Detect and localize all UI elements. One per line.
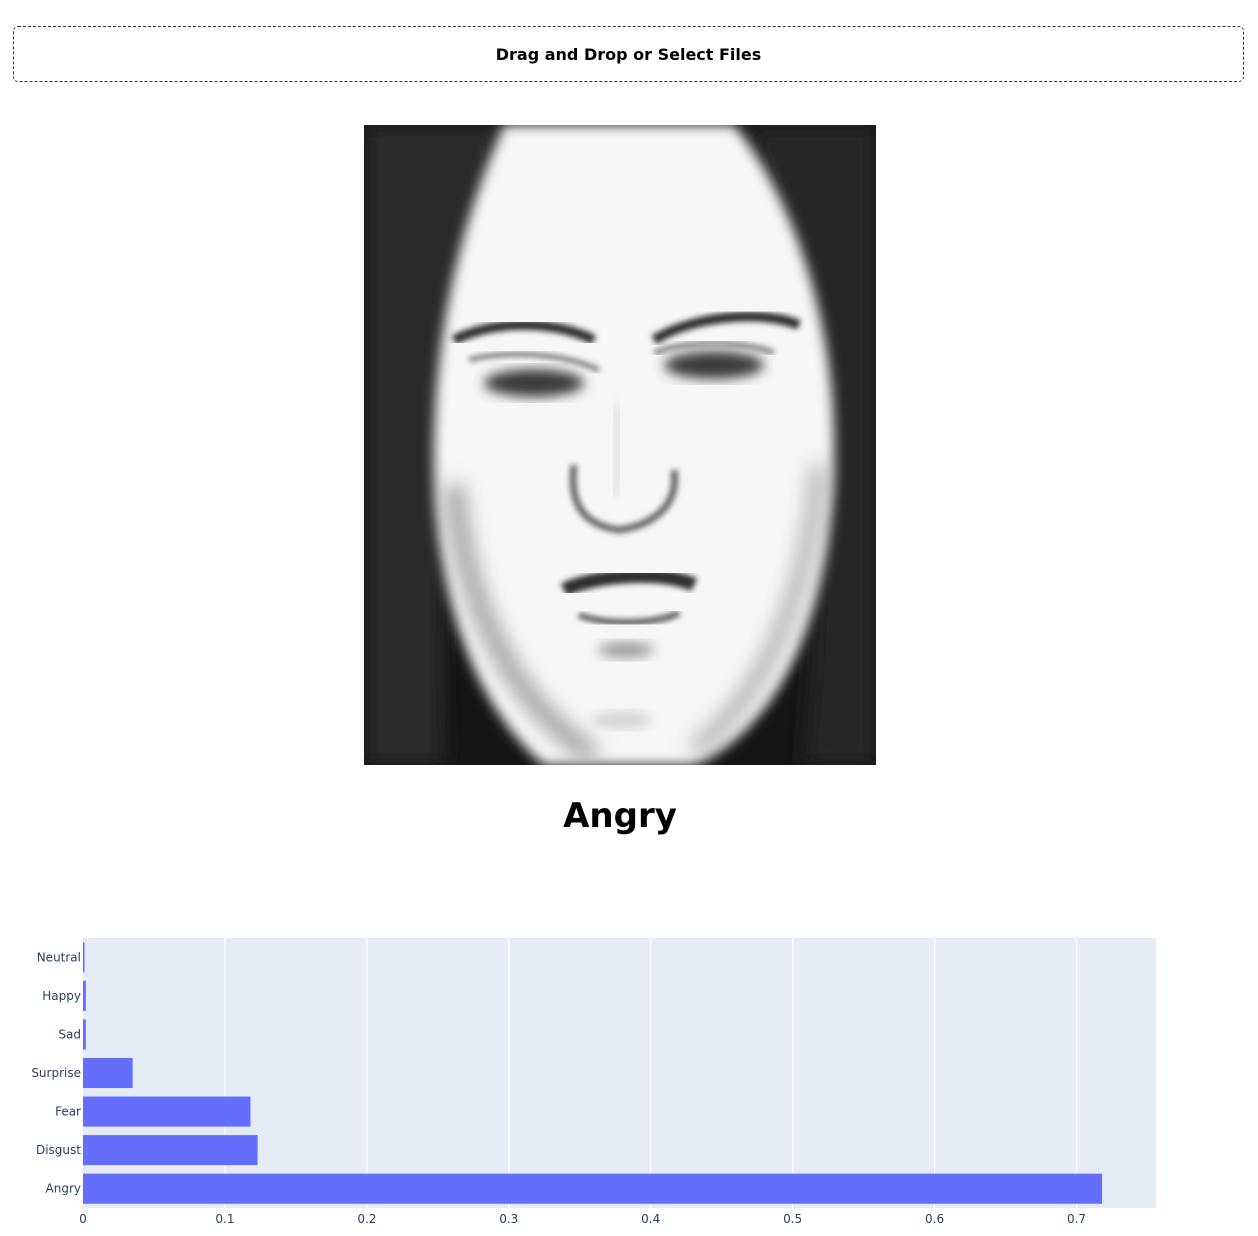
bar-sad[interactable] xyxy=(83,1019,86,1050)
x-tick-label: 0 xyxy=(79,1212,87,1226)
x-tick-label: 0.6 xyxy=(925,1212,944,1226)
bar-happy[interactable] xyxy=(83,980,86,1011)
x-tick-label: 0.7 xyxy=(1067,1212,1086,1226)
upload-label: Drag and Drop or Select Files xyxy=(495,44,762,64)
y-tick-label-fear: Fear xyxy=(55,1105,81,1119)
y-tick-label-neutral: Neutral xyxy=(37,950,81,964)
uploaded-face-image xyxy=(364,125,876,765)
y-tick-label-surprise: Surprise xyxy=(31,1066,81,1080)
x-tick-label: 0.3 xyxy=(499,1212,518,1226)
chart-svg: AngryDisgustFearSurpriseSadHappyNeutral … xyxy=(31,938,1156,1226)
y-tick-layer: Angry Disgust Fear Surprise Sad Happy Neutral xyxy=(31,950,81,1195)
x-tick-label: 0.5 xyxy=(783,1212,802,1226)
bar-angry[interactable] xyxy=(83,1173,1103,1204)
emotion-probability-chart: Angry Disgust Fear Surprise Sad Happy Neutral … xyxy=(0,930,1240,1230)
bar-disgust[interactable] xyxy=(83,1135,258,1166)
bar-fear[interactable] xyxy=(83,1096,251,1127)
x-tick-label: 0.1 xyxy=(215,1212,234,1226)
x-tick-label: 0.2 xyxy=(357,1212,376,1226)
x-tick-label: 0.4 xyxy=(641,1212,660,1226)
y-tick-label-happy: Happy xyxy=(42,989,81,1003)
x-tick-layer: 0 0.1 0.2 0.3 0.4 0.5 0.6 0.7 xyxy=(79,1212,1086,1226)
y-tick-label-disgust: Disgust xyxy=(36,1143,81,1157)
prediction-label: Angry xyxy=(563,796,677,836)
file-upload-dropzone[interactable]: Drag and Drop or Select Files xyxy=(13,26,1244,82)
plot-background xyxy=(83,938,1156,1208)
bar-surprise[interactable] xyxy=(83,1057,133,1089)
bar-neutral[interactable] xyxy=(83,942,85,973)
y-tick-label-sad: Sad xyxy=(58,1027,81,1041)
y-tick-label-angry: Angry xyxy=(46,1182,81,1196)
